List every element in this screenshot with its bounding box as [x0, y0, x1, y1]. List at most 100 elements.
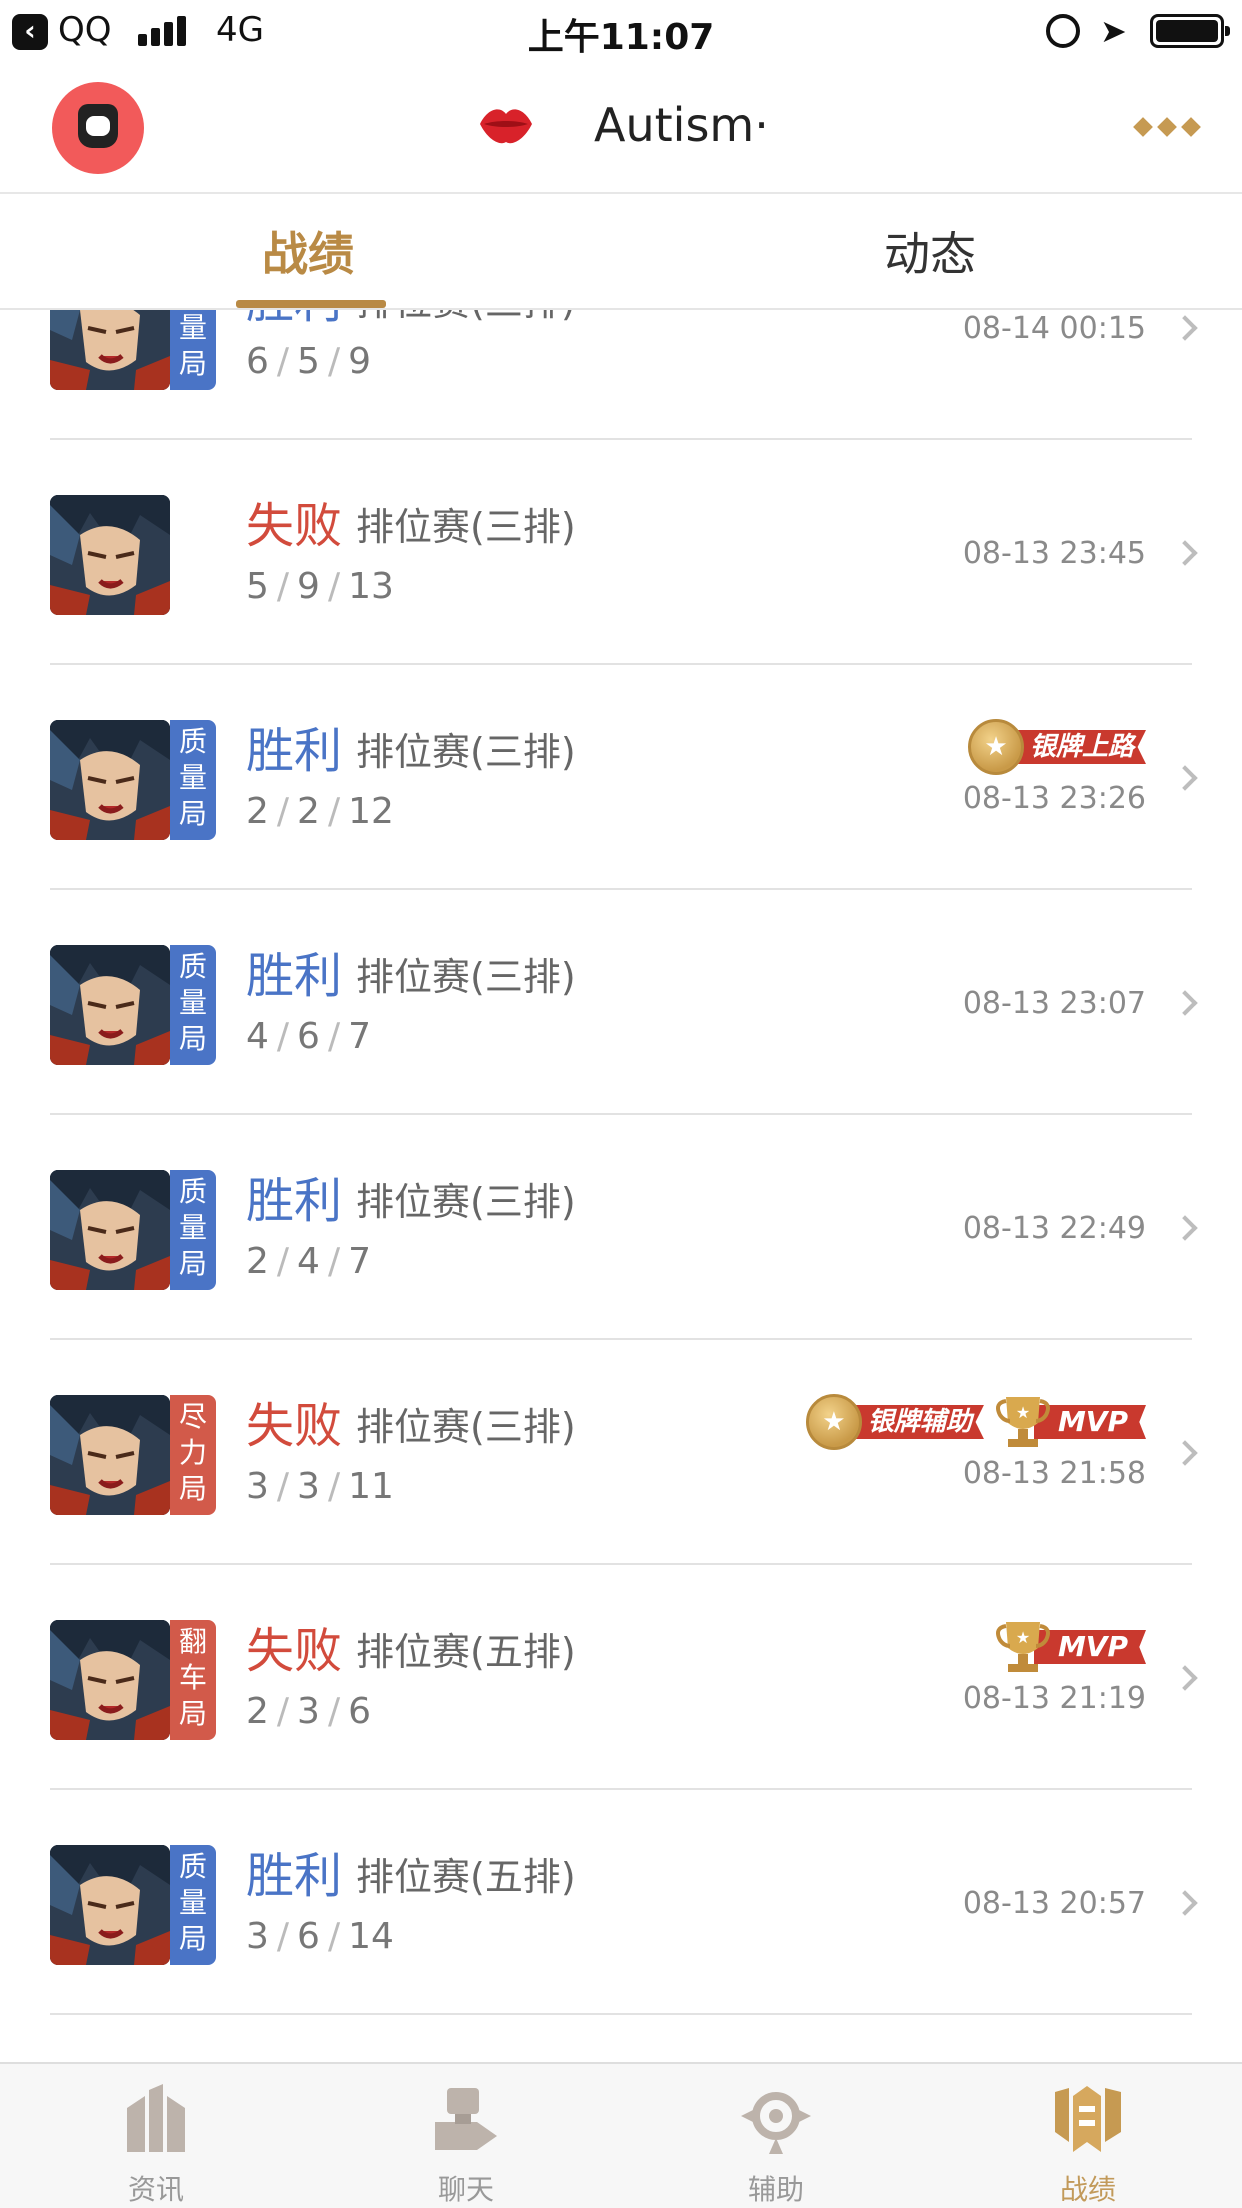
bottom-tab-records[interactable]: 战绩 [988, 2064, 1188, 2208]
location-icon: ➤ [1100, 12, 1127, 50]
more-dots-icon[interactable] [1133, 117, 1202, 138]
match-time: 08-13 21:19 [962, 1681, 1146, 1716]
chevron-right-icon[interactable] [1172, 540, 1198, 566]
match-time: 08-13 20:57 [962, 1886, 1146, 1921]
tab-records[interactable]: 战绩 [262, 218, 354, 284]
match-time: 08-13 22:49 [962, 1211, 1146, 1246]
kda-separator: / [276, 791, 290, 832]
trophy-icon: ★ [995, 1397, 1050, 1447]
match-mode: 排位赛(三排) [356, 1180, 576, 1224]
match-time: 08-13 21:58 [962, 1456, 1146, 1491]
assists-value: 14 [348, 1916, 394, 1957]
avatar-icon[interactable] [52, 82, 144, 174]
hero-portrait [50, 720, 170, 840]
kills-value: 6 [246, 341, 269, 382]
chevron-right-icon[interactable] [1172, 1665, 1198, 1691]
kills-value: 2 [246, 1691, 269, 1732]
chevron-right-icon[interactable] [1172, 990, 1198, 1016]
match-quality-tag: 质 量 局 [170, 945, 216, 1065]
achievement-badges: ★ 银牌上路 [967, 717, 1146, 777]
assists-value: 11 [348, 1466, 394, 1507]
match-time: 08-13 23:45 [962, 536, 1146, 571]
trophy-icon: ★ [995, 1622, 1050, 1672]
kda-stats: 6/5/9 [246, 341, 371, 382]
badge-label: 银牌上路 [1005, 730, 1146, 764]
match-quality-tag: 质 量 局 [170, 1845, 216, 1965]
bottom-tab-label: 资讯 [127, 2173, 184, 2206]
match-row[interactable]: 质 量 局胜利 排位赛(五排) 3/6/14 08-13 20:57 [0, 1790, 1242, 2015]
assists-value: 6 [348, 1691, 371, 1732]
kda-separator: / [327, 1916, 341, 1957]
match-row[interactable]: 失败 排位赛(三排) 5/9/13 08-13 23:45 [0, 440, 1242, 665]
match-quality-tag: 尽 力 局 [170, 1395, 216, 1515]
kills-value: 2 [246, 791, 269, 832]
match-row[interactable]: 质 量 局胜利 排位赛(三排) 2/2/12 ★ 银牌上路 08-13 23:26 [0, 665, 1242, 890]
tab-activity[interactable]: 动态 [884, 218, 976, 284]
medal-icon: ★ [805, 1394, 862, 1450]
match-row[interactable]: 质 量 局胜利排位赛(三排)6/5/908-14 00:15 [0, 310, 1242, 440]
kda-separator: / [327, 1691, 341, 1732]
hero-portrait [50, 310, 170, 390]
match-mode: 排位赛(三排) [356, 955, 576, 999]
medal-icon: ★ [967, 719, 1024, 775]
kda-separator: / [327, 341, 341, 382]
hero-portrait [50, 495, 170, 615]
kda-separator: / [276, 1241, 290, 1282]
kills-value: 5 [246, 566, 269, 607]
kda-separator: / [327, 791, 341, 832]
chevron-right-icon[interactable] [1172, 1215, 1198, 1241]
rotation-lock-icon [1046, 14, 1080, 48]
record-icon [1055, 2086, 1121, 2152]
kda-separator: / [276, 1691, 290, 1732]
deaths-value: 6 [297, 1916, 320, 1957]
kda-separator: / [327, 1466, 341, 1507]
lips-icon [480, 109, 532, 144]
chevron-right-icon[interactable] [1172, 765, 1198, 791]
match-result: 胜利 [246, 310, 342, 331]
deaths-value: 3 [297, 1466, 320, 1507]
chat-icon [435, 2088, 497, 2150]
bottom-tab-label: 聊天 [437, 2173, 494, 2206]
kda-stats: 2/3/6 [246, 1691, 371, 1732]
kda-separator: / [276, 1466, 290, 1507]
kda-stats: 3/3/11 [246, 1466, 394, 1507]
match-row[interactable]: 尽 力 局失败 排位赛(三排) 3/3/11 ★ 银牌辅助 ★ MVP 08-13 21:58 [0, 1340, 1242, 1565]
kda-separator: / [276, 1916, 290, 1957]
news-icon [127, 2084, 185, 2152]
assist-icon [741, 2092, 811, 2154]
hero-portrait [50, 1395, 170, 1515]
deaths-value: 9 [297, 566, 320, 607]
match-time: 08-13 23:07 [962, 986, 1146, 1021]
match-mode: 排位赛(三排) [356, 505, 576, 549]
assists-value: 12 [348, 791, 394, 832]
match-mode: 排位赛(五排) [356, 1855, 576, 1899]
kda-separator: / [327, 1016, 341, 1057]
mvp-badge: ★ MVP [994, 1622, 1146, 1672]
match-mode: 排位赛(五排) [356, 1630, 576, 1674]
kda-stats: 5/9/13 [246, 566, 394, 607]
match-time: 08-14 00:15 [962, 311, 1146, 346]
match-row[interactable]: 质 量 局胜利 排位赛(三排) 2/4/7 08-13 22:49 [0, 1115, 1242, 1340]
active-tab-indicator [236, 300, 386, 308]
match-result: 失败 [246, 1398, 343, 1454]
match-result: 胜利 [246, 1173, 343, 1229]
match-row[interactable]: 质 量 局胜利 排位赛(三排) 4/6/7 08-13 23:07 [0, 890, 1242, 1115]
chevron-right-icon[interactable] [1172, 1440, 1198, 1466]
match-quality-tag: 质 量 局 [170, 310, 216, 390]
chevron-right-icon[interactable] [1172, 1890, 1198, 1916]
bottom-tab-news[interactable]: 资讯 [56, 2064, 256, 2208]
match-row[interactable]: 翻 车 局失败 排位赛(五排) 2/3/6 ★ MVP 08-13 21:19 [0, 1565, 1242, 1790]
deaths-value: 3 [297, 1691, 320, 1732]
chevron-right-icon[interactable] [1172, 315, 1198, 341]
hero-portrait [50, 945, 170, 1065]
battery-icon [1150, 14, 1230, 48]
bottom-tab-assist[interactable]: 辅助 [676, 2064, 876, 2208]
deaths-value: 4 [297, 1241, 320, 1282]
match-time: 08-13 23:26 [962, 781, 1146, 816]
match-list[interactable]: 质 量 局胜利排位赛(三排)6/5/908-14 00:15失败排位赛(三排)5… [0, 310, 1242, 2060]
kda-stats: 2/2/12 [246, 791, 394, 832]
bottom-tab-chat[interactable]: 聊天 [366, 2064, 566, 2208]
row-divider [50, 2013, 1192, 2015]
achievement-badges: ★ MVP [994, 1617, 1146, 1677]
deaths-value: 2 [297, 791, 320, 832]
